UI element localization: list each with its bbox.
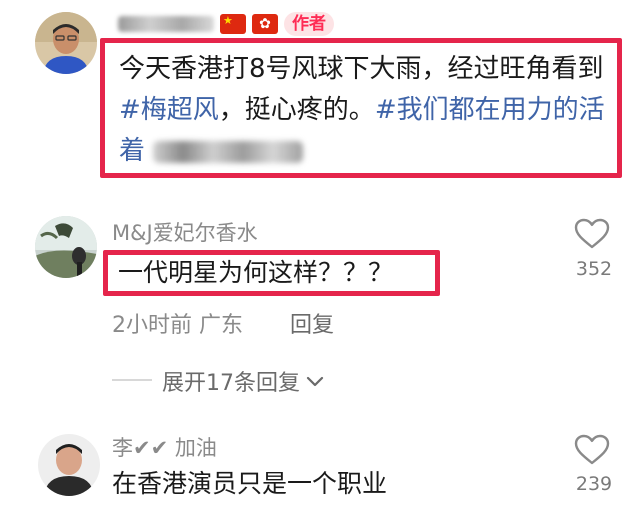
hashtag-link[interactable]: #梅超风 [119,95,219,125]
comment-text-mid: ，挺心疼的。 [218,95,375,125]
comment-username[interactable]: M&J爱妃尔香水 [112,217,258,247]
comment-text[interactable]: 在香港演员只是一个职业 [112,466,387,502]
expand-replies-button[interactable]: 展开17条回复 [162,365,324,397]
author-avatar[interactable] [35,12,97,74]
blurred-username[interactable] [118,16,214,32]
highlight-box-author-comment: 今天香港打8号风球下大雨，经过旺角看到#梅超风，挺心疼的。#我们都在用力的活着 [100,38,622,178]
comment-username[interactable]: 李✔✔ 加油 [112,432,217,462]
comment-time-location: 2小时前 广东 [112,313,243,338]
reply-button[interactable]: 回复 [290,307,334,339]
like-count: 239 [575,473,613,495]
china-flag-icon: ★ [220,14,246,34]
author-comment-text[interactable]: 今天香港打8号风球下大雨，经过旺角看到#梅超风，挺心疼的。#我们都在用力的活着 [119,49,607,172]
chevron-down-icon [306,369,324,394]
divider [112,379,152,381]
hong-kong-flag-icon: ✿ [252,14,278,34]
user-avatar[interactable] [35,216,97,278]
comment-text-main: 今天香港打8号风球下大雨，经过旺角看到 [119,54,604,84]
heart-icon[interactable] [574,218,610,250]
user-avatar[interactable] [38,434,100,496]
author-name-row: ★ ✿ 作者 [118,10,334,38]
like-count: 352 [575,258,613,280]
expand-replies-label: 展开17条回复 [162,371,300,396]
author-badge: 作者 [284,12,334,36]
heart-icon[interactable] [574,434,610,466]
highlight-box-comment: 一代明星为何这样？？？ [103,250,440,296]
comment-text[interactable]: 一代明星为何这样？？？ [118,255,435,291]
blurred-emoji [153,140,304,163]
